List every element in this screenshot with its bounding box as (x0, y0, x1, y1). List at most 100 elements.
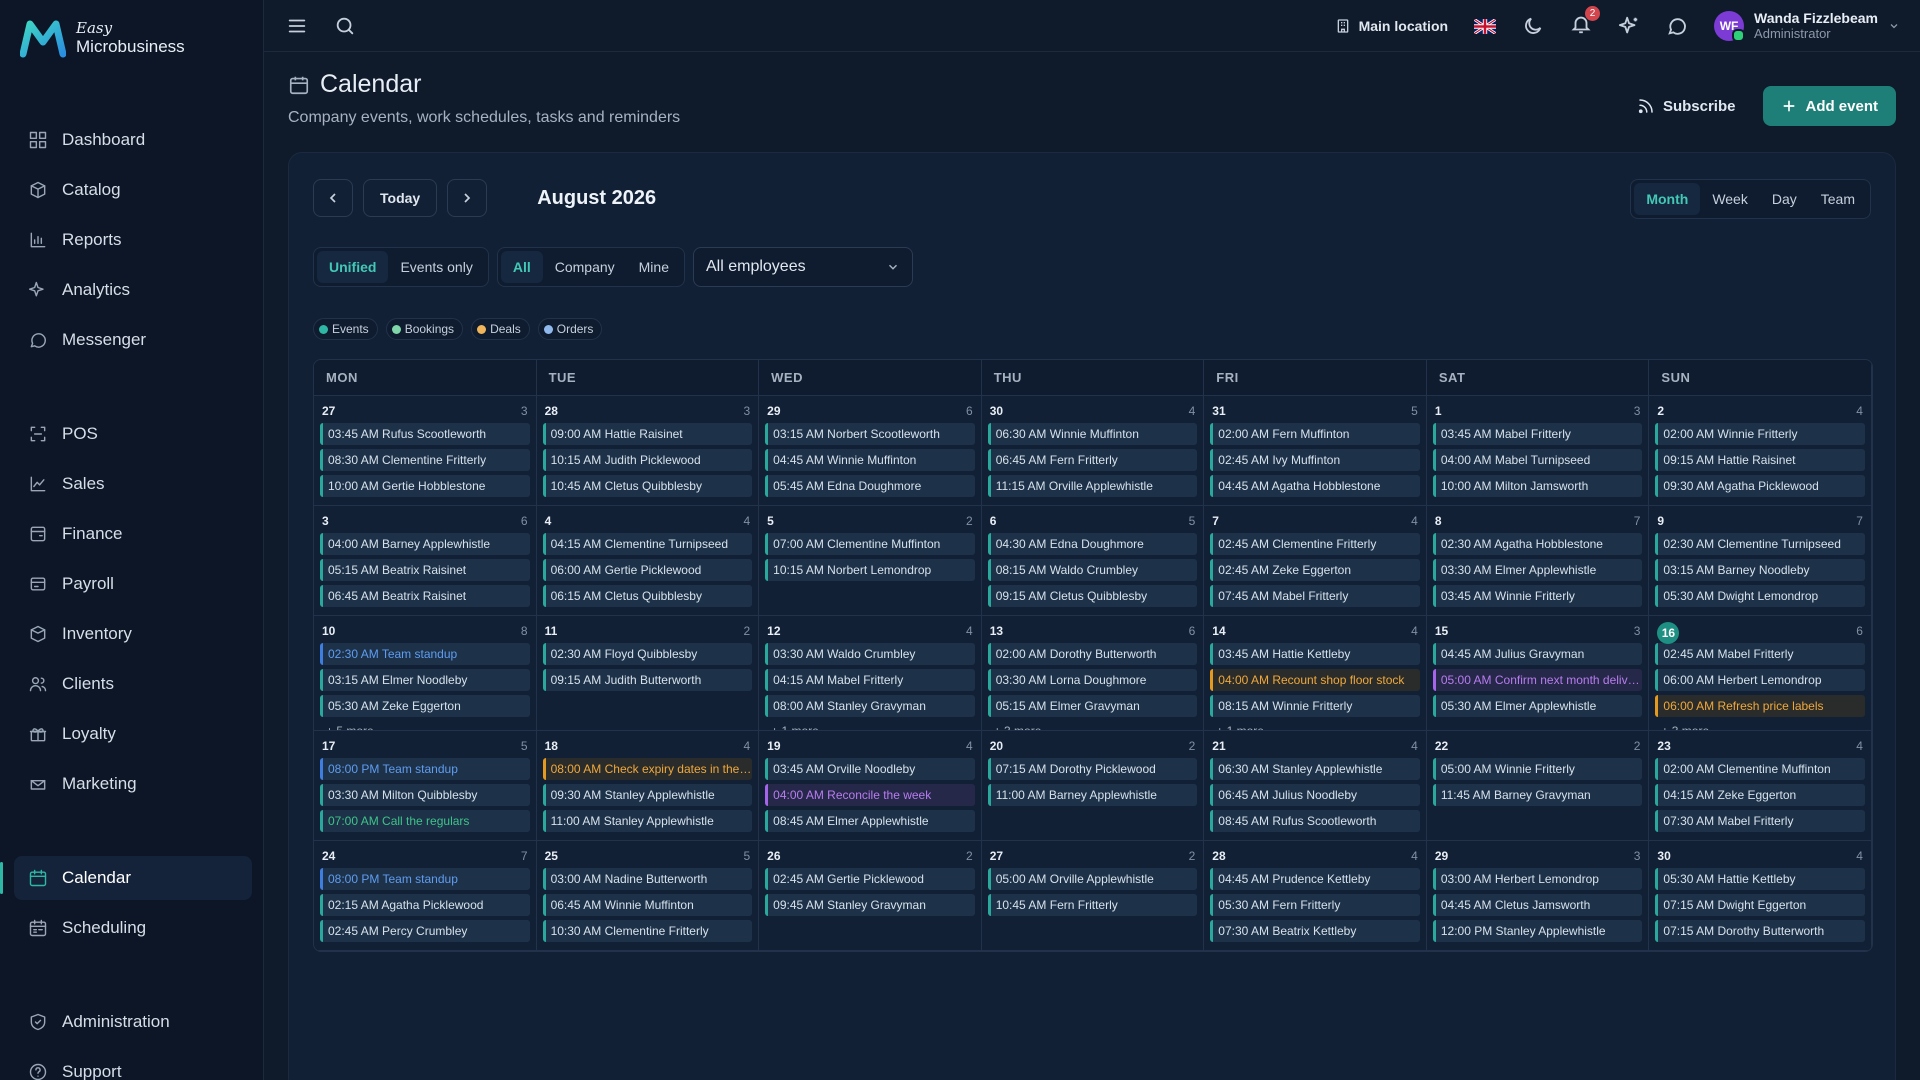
day-cell[interactable]: 30 4 06:30 AM Winnie Muffinton 06:45 AM Fer… (982, 396, 1205, 505)
chat-icon[interactable] (1666, 15, 1688, 37)
calendar-event[interactable]: 04:15 AM Mabel Fritterly (765, 669, 975, 691)
day-cell[interactable]: 21 4 06:30 AM Stanley Applewhistle 06:45 AM… (1204, 731, 1427, 840)
day-cell[interactable]: 9 7 02:30 AM Clementine Turnipseed 03:15 AM… (1649, 506, 1872, 615)
employee-select[interactable]: All employees (693, 247, 913, 287)
calendar-event[interactable]: 11:00 AM Stanley Applewhistle (542, 810, 753, 832)
calendar-event[interactable]: 04:30 AM Edna Doughmore (987, 533, 1198, 555)
calendar-event[interactable]: 02:45 AM Gertie Picklewood (765, 868, 975, 890)
calendar-event[interactable]: 05:00 AM Confirm next month deliveries (1432, 669, 1643, 691)
calendar-event[interactable]: 07:30 AM Beatrix Kettleby (1210, 920, 1420, 942)
calendar-event[interactable]: 05:30 AM Fern Fritterly (1210, 894, 1420, 916)
sparkles-icon[interactable] (1618, 15, 1640, 37)
more-events-link[interactable]: + 1 more (1210, 721, 1420, 730)
calendar-event[interactable]: 09:15 AM Hattie Raisinet (1655, 449, 1865, 471)
more-events-link[interactable]: + 2 more (1210, 501, 1420, 505)
calendar-event[interactable]: 08:00 PM Team standup (320, 868, 530, 890)
day-cell[interactable]: 31 5 02:00 AM Fern Muffinton 02:45 AM Ivy M… (1204, 396, 1427, 505)
more-events-link[interactable]: + 1 more (543, 611, 753, 615)
uk-flag-icon[interactable] (1474, 18, 1497, 34)
more-events-link[interactable]: + 1 more (1655, 946, 1865, 950)
scope-mine[interactable]: Mine (627, 251, 681, 283)
day-cell[interactable]: 16 6 02:45 AM Mabel Fritterly 06:00 AM Herb… (1649, 616, 1872, 730)
calendar-event[interactable]: 10:45 AM Fern Fritterly (987, 894, 1198, 916)
calendar-event[interactable]: 02:45 AM Ivy Muffinton (1210, 449, 1420, 471)
calendar-event[interactable]: 03:45 AM Hattie Kettleby (1210, 643, 1420, 665)
calendar-event[interactable]: 07:00 AM Call the regulars (320, 810, 530, 832)
tab-month[interactable]: Month (1634, 183, 1701, 215)
calendar-event[interactable]: 04:00 AM Barney Applewhistle (320, 533, 530, 555)
calendar-event[interactable]: 07:30 AM Mabel Fritterly (1655, 810, 1865, 832)
menu-icon[interactable] (286, 15, 308, 37)
calendar-event[interactable]: 02:00 AM Dorothy Butterworth (987, 643, 1198, 665)
tab-team[interactable]: Team (1809, 183, 1867, 215)
calendar-event[interactable]: 06:45 AM Beatrix Raisinet (320, 585, 530, 607)
calendar-event[interactable]: 04:45 AM Winnie Muffinton (765, 449, 975, 471)
more-events-link[interactable]: + 4 more (320, 946, 530, 950)
sidebar-item-catalog[interactable]: Catalog (14, 168, 252, 212)
calendar-event[interactable]: 03:15 AM Norbert Scootleworth (765, 423, 975, 445)
calendar-event[interactable]: 06:00 AM Herbert Lemondrop (1655, 669, 1865, 691)
calendar-event[interactable]: 08:00 PM Team standup (320, 758, 530, 780)
calendar-event[interactable]: 08:15 AM Winnie Fritterly (1210, 695, 1420, 717)
more-events-link[interactable]: + 1 more (988, 501, 1198, 505)
calendar-event[interactable]: 11:00 AM Barney Applewhistle (987, 784, 1198, 806)
calendar-event[interactable]: 07:45 AM Mabel Fritterly (1210, 585, 1420, 607)
day-cell[interactable]: 7 4 02:45 AM Clementine Fritterly 02:45 AM … (1204, 506, 1427, 615)
day-cell[interactable]: 25 5 03:00 AM Nadine Butterworth 06:45 AM W… (537, 841, 760, 950)
calendar-event[interactable]: 04:45 AM Agatha Hobblestone (1210, 475, 1420, 497)
calendar-event[interactable]: 03:30 AM Milton Quibblesby (320, 784, 530, 806)
day-cell[interactable]: 13 6 02:00 AM Dorothy Butterworth 03:30 AM … (982, 616, 1205, 730)
location-switcher[interactable]: Main location (1335, 18, 1448, 34)
calendar-event[interactable]: 08:00 AM Stanley Gravyman (765, 695, 975, 717)
calendar-event[interactable]: 05:15 AM Elmer Gravyman (987, 695, 1198, 717)
calendar-event[interactable]: 10:00 AM Milton Jamsworth (1432, 475, 1643, 497)
sidebar-item-inventory[interactable]: Inventory (14, 612, 252, 656)
day-cell[interactable]: 2 4 02:00 AM Winnie Fritterly 09:15 AM Hatt… (1649, 396, 1872, 505)
subscribe-button[interactable]: Subscribe (1627, 87, 1746, 125)
day-cell[interactable]: 29 6 03:15 AM Norbert Scootleworth 04:45 AM… (759, 396, 982, 505)
calendar-event[interactable]: 04:45 AM Prudence Kettleby (1210, 868, 1420, 890)
calendar-event[interactable]: 02:00 AM Fern Muffinton (1210, 423, 1420, 445)
day-cell[interactable]: 15 3 04:45 AM Julius Gravyman 05:00 AM Conf… (1427, 616, 1650, 730)
calendar-event[interactable]: 06:45 AM Fern Fritterly (987, 449, 1198, 471)
day-cell[interactable]: 19 4 03:45 AM Orville Noodleby 04:00 AM Rec… (759, 731, 982, 840)
calendar-event[interactable]: 05:30 AM Zeke Eggerton (320, 695, 530, 717)
calendar-event[interactable]: 08:00 AM Check expiry dates in the stock… (542, 758, 753, 780)
calendar-event[interactable]: 02:30 AM Floyd Quibblesby (542, 643, 753, 665)
calendar-event[interactable]: 06:45 AM Winnie Muffinton (542, 894, 753, 916)
sidebar-item-reports[interactable]: Reports (14, 218, 252, 262)
calendar-event[interactable]: 03:45 AM Mabel Fritterly (1432, 423, 1643, 445)
more-events-link[interactable]: + 1 more (1655, 501, 1865, 505)
mode-unified[interactable]: Unified (317, 251, 389, 283)
sidebar-item-clients[interactable]: Clients (14, 662, 252, 706)
day-cell[interactable]: 17 5 08:00 PM Team standup 03:30 AM Milton … (314, 731, 537, 840)
more-events-link[interactable]: + 4 more (1433, 611, 1643, 615)
calendar-event[interactable]: 09:30 AM Agatha Picklewood (1655, 475, 1865, 497)
calendar-event[interactable]: 05:30 AM Dwight Lemondrop (1655, 585, 1865, 607)
calendar-event[interactable]: 07:15 AM Dwight Eggerton (1655, 894, 1865, 916)
calendar-event[interactable]: 08:15 AM Waldo Crumbley (987, 559, 1198, 581)
more-events-link[interactable]: + 1 more (765, 836, 975, 840)
calendar-event[interactable]: 09:15 AM Judith Butterworth (542, 669, 753, 691)
calendar-event[interactable]: 05:45 AM Edna Doughmore (765, 475, 975, 497)
more-events-link[interactable]: + 2 more (543, 946, 753, 950)
calendar-event[interactable]: 05:30 AM Elmer Applewhistle (1432, 695, 1643, 717)
more-events-link[interactable]: + 3 more (1655, 721, 1865, 730)
more-events-link[interactable]: + 1 more (1210, 836, 1420, 840)
calendar-event[interactable]: 02:45 AM Mabel Fritterly (1655, 643, 1865, 665)
calendar-event[interactable]: 02:30 AM Team standup (320, 643, 530, 665)
calendar-event[interactable]: 10:30 AM Clementine Fritterly (542, 920, 753, 942)
calendar-event[interactable]: 11:15 AM Orville Applewhistle (987, 475, 1198, 497)
sidebar-item-loyalty[interactable]: Loyalty (14, 712, 252, 756)
day-cell[interactable]: 4 4 04:15 AM Clementine Turnipseed 06:00 AM… (537, 506, 760, 615)
day-cell[interactable]: 23 4 02:00 AM Clementine Muffinton 04:15 AM… (1649, 731, 1872, 840)
calendar-event[interactable]: 03:15 AM Barney Noodleby (1655, 559, 1865, 581)
calendar-event[interactable]: 06:15 AM Cletus Quibblesby (542, 585, 753, 607)
calendar-event[interactable]: 05:30 AM Hattie Kettleby (1655, 868, 1865, 890)
sidebar-item-pos[interactable]: POS (14, 412, 252, 456)
scope-company[interactable]: Company (543, 251, 627, 283)
day-cell[interactable]: 6 5 04:30 AM Edna Doughmore 08:15 AM Waldo … (982, 506, 1205, 615)
next-month-button[interactable] (447, 179, 488, 217)
calendar-event[interactable]: 07:15 AM Dorothy Butterworth (1655, 920, 1865, 942)
more-events-link[interactable]: + 1 more (765, 721, 975, 730)
